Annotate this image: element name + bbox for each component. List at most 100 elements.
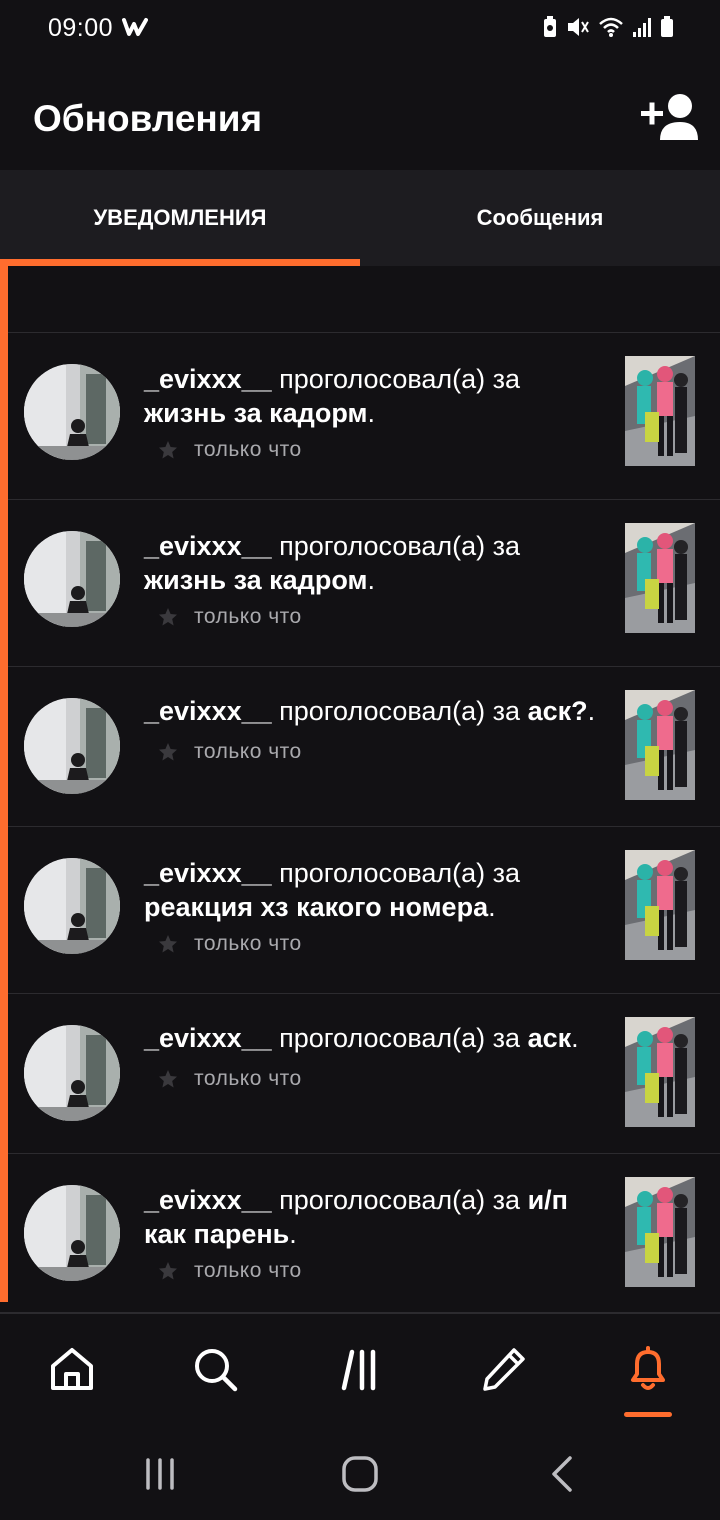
notification-text: _evixxx__ проголосовал(а) за и/п как пар…	[144, 1183, 604, 1251]
library-icon	[341, 1349, 376, 1391]
notification-end: .	[571, 1023, 579, 1053]
notification-end: .	[587, 696, 596, 726]
notification-text: _evixxx__ проголосовал(а) за реакция хз …	[144, 856, 604, 924]
notification-row[interactable]: _evixxx__ проголосовал(а) за и/п как пар…	[8, 1153, 720, 1312]
active-nav-indicator	[624, 1412, 672, 1417]
wattpad-status-icon	[122, 16, 148, 44]
notification-text: _evixxx__ проголосовал(а) за аск.	[144, 1021, 604, 1055]
notification-username[interactable]: _evixxx__	[144, 531, 272, 561]
user-avatar[interactable]	[24, 1025, 120, 1121]
notification-action: проголосовал(а) за	[271, 696, 528, 726]
nav-search[interactable]	[190, 1344, 240, 1394]
story-cover-thumbnail[interactable]	[625, 1177, 695, 1287]
user-avatar[interactable]	[24, 531, 120, 627]
user-avatar[interactable]	[24, 1185, 120, 1281]
notification-username[interactable]: _evixxx__	[144, 364, 272, 394]
notification-row[interactable]: _evixxx__ проголосовал(а) за жизнь за ка…	[8, 332, 720, 500]
user-avatar[interactable]	[24, 364, 120, 460]
star-icon	[159, 1070, 177, 1088]
nav-write[interactable]	[479, 1344, 529, 1394]
notification-end: .	[367, 565, 375, 595]
nav-home[interactable]	[47, 1344, 97, 1394]
story-cover-thumbnail[interactable]	[625, 523, 695, 633]
signal-icon	[632, 16, 652, 43]
notification-meta: только что	[158, 932, 302, 956]
back-button[interactable]	[540, 1452, 584, 1496]
status-bar: 09:00	[0, 0, 720, 62]
notification-story-title[interactable]: реакция хз какого номера	[144, 892, 488, 922]
notification-time: только что	[194, 740, 302, 763]
notification-username[interactable]: _evixxx__	[144, 1185, 272, 1215]
notification-action: проголосовал(а) за	[271, 1023, 528, 1053]
notification-end: .	[488, 892, 496, 922]
nav-library[interactable]	[336, 1344, 386, 1394]
add-person-button[interactable]	[638, 92, 700, 142]
star-icon	[159, 935, 177, 953]
notification-action: проголосовал(а) за	[271, 1185, 528, 1215]
notification-story-title[interactable]: аск	[528, 1023, 572, 1053]
star-icon	[159, 608, 177, 626]
nav-notifications[interactable]	[623, 1344, 673, 1394]
notification-text: _evixxx__ проголосовал(а) за жизнь за ка…	[144, 362, 604, 430]
notification-row[interactable]: _evixxx__ проголосовал(а) за реакция хз …	[8, 826, 720, 994]
user-avatar[interactable]	[24, 698, 120, 794]
notification-time: только что	[194, 932, 302, 955]
tabs: УВЕДОМЛЕНИЯ Сообщения	[0, 170, 720, 266]
notification-end: .	[289, 1219, 297, 1249]
notification-story-title[interactable]: жизнь за кадорм	[144, 398, 367, 428]
unread-accent-bar	[0, 266, 8, 1302]
system-home-button[interactable]	[338, 1452, 382, 1496]
system-nav-bar	[0, 1424, 720, 1520]
notification-action: проголосовал(а) за	[271, 531, 521, 561]
notification-story-title[interactable]: жизнь за кадром	[144, 565, 367, 595]
active-tab-indicator	[0, 259, 360, 266]
back-icon	[552, 1456, 572, 1492]
notification-row[interactable]: _evixxx__ проголосовал(а) за аск. только …	[8, 993, 720, 1154]
notification-row[interactable]: _evixxx__ проголосовал(а) за жизнь за ка…	[8, 499, 720, 667]
star-icon	[159, 1262, 177, 1280]
notification-text: _evixxx__ проголосовал(а) за аск?.	[144, 694, 604, 728]
search-icon	[195, 1349, 238, 1392]
notification-time: только что	[194, 438, 302, 461]
notification-story-title[interactable]: аск?	[528, 696, 588, 726]
notification-end: .	[367, 398, 375, 428]
battery-icon	[660, 16, 674, 43]
notification-meta: только что	[158, 605, 302, 629]
star-icon	[159, 743, 177, 761]
battery-saver-icon	[542, 16, 558, 43]
screen: 09:00 Обновления УВЕДОМЛЕНИЯ Сообщения _…	[0, 0, 720, 1520]
notifications-feed[interactable]: только что _evixxx__ проголосовал(а) за ж…	[0, 266, 720, 1312]
notification-meta: только что	[158, 1067, 302, 1091]
notification-action: проголосовал(а) за	[271, 364, 521, 394]
notification-text: _evixxx__ проголосовал(а) за жизнь за ка…	[144, 529, 604, 597]
notification-meta: только что	[158, 438, 302, 462]
notification-row[interactable]: _evixxx__ проголосовал(а) за аск?. только…	[8, 666, 720, 827]
recent-apps-button[interactable]	[138, 1452, 182, 1496]
story-cover-thumbnail[interactable]	[625, 690, 695, 800]
user-avatar[interactable]	[24, 858, 120, 954]
status-icons	[542, 16, 674, 43]
bottom-nav	[0, 1312, 720, 1426]
notification-username[interactable]: _evixxx__	[144, 1023, 272, 1053]
notification-meta: только что	[158, 740, 302, 764]
notification-time: только что	[194, 1259, 302, 1282]
story-cover-thumbnail[interactable]	[625, 356, 695, 466]
wifi-icon	[598, 16, 624, 43]
add-person-icon	[641, 94, 698, 140]
notification-action: проголосовал(а) за	[271, 858, 521, 888]
notification-row[interactable]: только что	[8, 266, 720, 333]
story-cover-thumbnail[interactable]	[625, 1017, 695, 1127]
notification-time: только что	[194, 1067, 302, 1090]
page-title: Обновления	[33, 98, 263, 139]
notification-username[interactable]: _evixxx__	[144, 696, 272, 726]
mute-icon	[566, 16, 590, 43]
tab-notifications[interactable]: УВЕДОМЛЕНИЯ	[0, 170, 360, 266]
app-header: Обновления	[0, 62, 720, 170]
star-icon	[159, 441, 177, 459]
status-time: 09:00	[48, 14, 114, 42]
notification-username[interactable]: _evixxx__	[144, 858, 272, 888]
bell-icon	[631, 1346, 665, 1390]
tab-messages[interactable]: Сообщения	[360, 170, 720, 266]
notification-meta: только что	[158, 1259, 302, 1283]
story-cover-thumbnail[interactable]	[625, 850, 695, 960]
